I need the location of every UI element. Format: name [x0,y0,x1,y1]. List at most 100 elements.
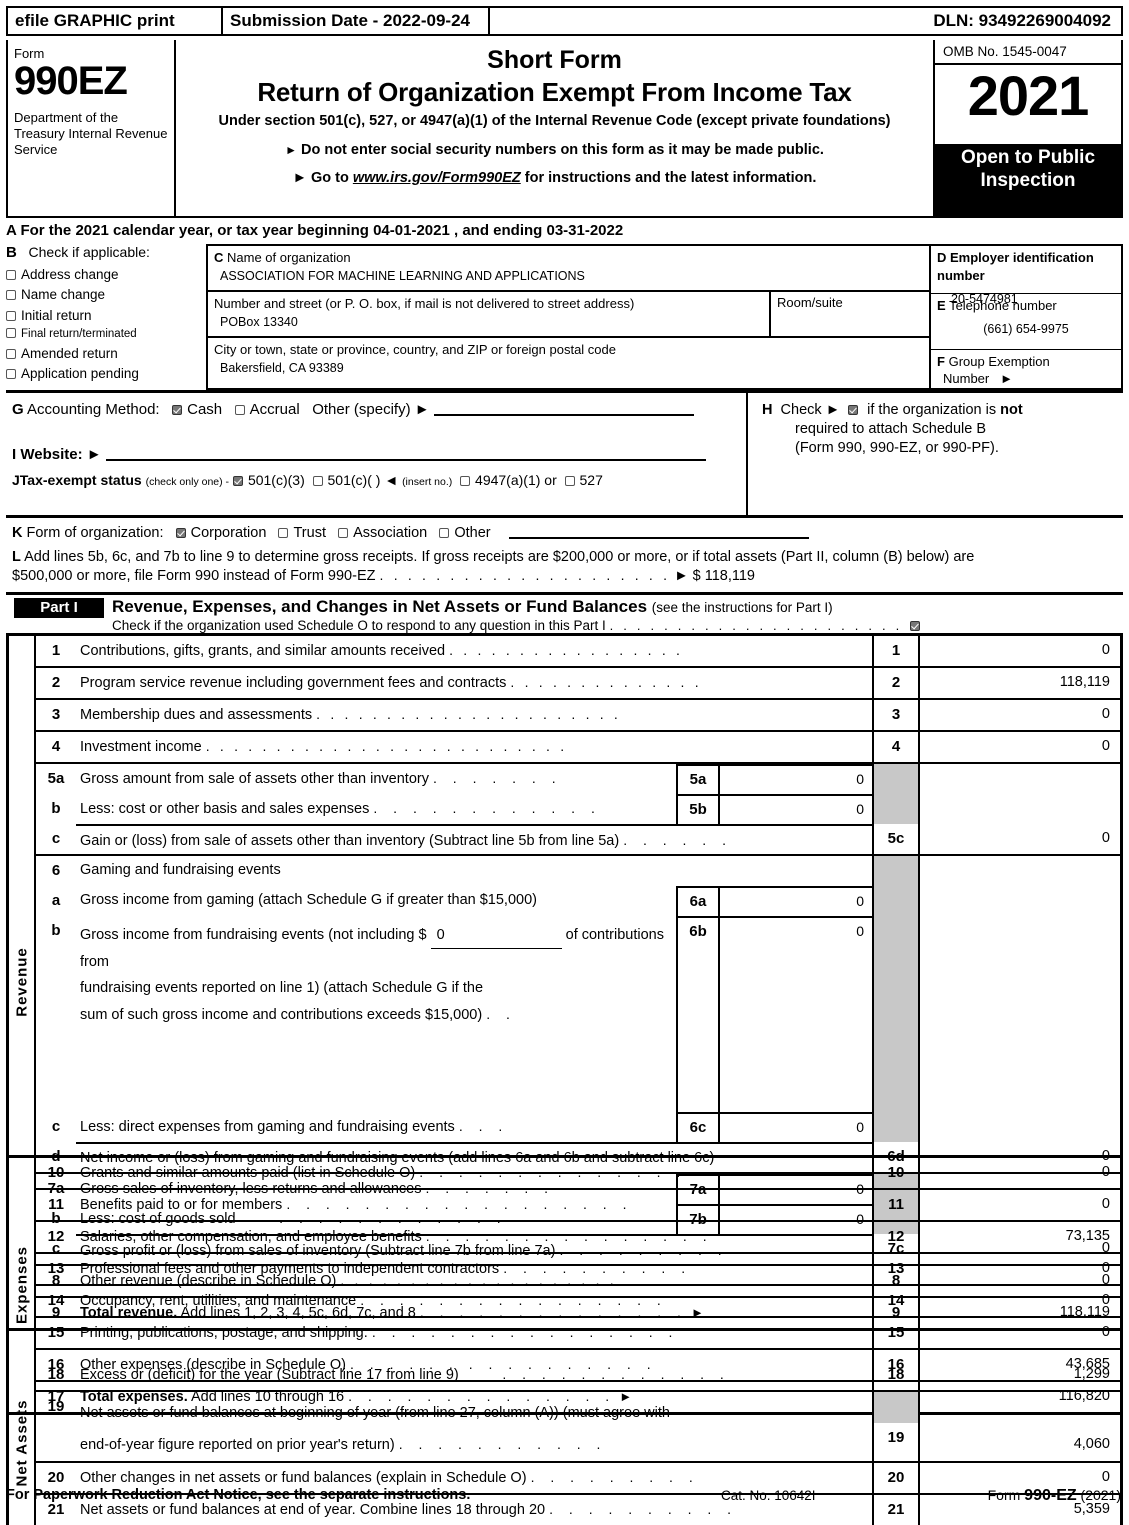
shaded-cell [872,886,920,916]
line-description: Investment income . . . . . . . . . . . … [80,738,568,755]
fundraising-contributions-input[interactable]: 0 [430,922,562,949]
label-cash: Cash [187,401,223,418]
line-number: 6 [51,862,61,879]
line-amount[interactable]: 0 [920,1318,1120,1348]
main-line-number: 21 [872,1495,920,1525]
label-amended-return: Amended return [21,345,118,361]
masthead-left: Form 990EZ Department of the Treasury In… [8,40,176,216]
line-amount[interactable]: 0 [920,636,1120,666]
sub-line-number: 5a [678,766,720,794]
main-line-number: 12 [872,1222,920,1252]
checkbox-icon-address-change[interactable] [6,269,16,280]
line-number: 3 [51,706,61,723]
checkbox-initial-return[interactable]: Initial return [6,308,206,323]
section-b-heading: B Check if applicable: [6,244,206,261]
other-org-input[interactable] [508,524,809,539]
line-amount[interactable]: 1,299 [920,1360,1120,1390]
checkbox-icon-name-change[interactable] [6,290,16,300]
part-i-tag: Part I [14,598,104,618]
line-6b-text-2: fundraising events reported on line 1) (… [80,980,484,996]
sections-g-through-l: G Accounting Method: Cash Accrual Other … [6,390,1123,584]
checkbox-icon-cash[interactable] [172,405,183,415]
line-amount[interactable]: 0 [920,700,1120,730]
leader-dots: . . . . . . . . . . . . . . . . [371,1324,679,1340]
triangle-left-icon-j: ◄ [384,472,399,488]
telephone-value[interactable]: (661) 654-9975 [937,322,1115,336]
line-amount-empty [920,916,1120,1112]
sub-line-number: 5b [678,796,720,824]
checkbox-icon-527[interactable] [564,476,575,486]
checkbox-icon-accrual[interactable] [234,405,245,415]
leader-dots: . . . . . . . . . . . . . . . . . . . . … [205,738,568,754]
other-specify-input[interactable] [433,401,694,416]
checkbox-icon-application-pending[interactable] [6,369,16,379]
checkbox-application-pending[interactable]: Application pending [6,366,206,381]
sub-line-amount[interactable]: 0 [720,918,872,1112]
line-amount[interactable]: 0 [920,1158,1120,1188]
website-input[interactable] [105,446,706,461]
sub-line-amount[interactable]: 0 [720,766,872,794]
org-name-value[interactable]: ASSOCIATION FOR MACHINE LEARNING AND APP… [214,269,923,283]
checkbox-icon-trust[interactable] [278,528,289,538]
sub-line-amount[interactable]: 0 [720,796,872,824]
line-description: Excess or (deficit) for the year (Subtra… [80,1366,730,1383]
checkbox-icon-schedule-b[interactable] [848,405,859,415]
checkbox-icon-initial-return[interactable] [6,310,16,321]
irs-form-link[interactable]: www.irs.gov/Form990EZ [353,170,521,186]
line-description: Professional fees and other payments to … [80,1260,692,1277]
catalog-number: Cat. No. 10642I [721,1488,816,1503]
main-line-number: 14 [872,1286,920,1316]
shaded-cell [872,1112,920,1142]
checkbox-address-change[interactable]: Address change [6,267,206,282]
checkbox-icon-other-org[interactable] [439,528,450,538]
triangle-right-icon-h: ► [825,402,841,418]
line-number: a [51,892,61,909]
checkbox-icon-association[interactable] [338,528,349,538]
checkbox-icon-final-return[interactable] [6,328,16,338]
triangle-right-icon-f: ► [1000,371,1013,386]
leader-dots: . . . . . . . . . . . . . . [419,1164,687,1180]
section-l-letter: L [12,549,21,565]
masthead-center: Short Form Return of Organization Exempt… [176,40,935,216]
line-amount[interactable]: 0 [920,1286,1120,1316]
main-line-number: 11 [872,1190,920,1220]
line-amount[interactable]: 0 [920,1254,1120,1284]
checkbox-icon-4947a1[interactable] [460,476,471,486]
sub-line-amount[interactable]: 0 [720,1114,872,1142]
section-l-text-1: Add lines 5b, 6c, and 7b to line 9 to de… [24,549,975,565]
checkbox-icon-501c[interactable] [312,476,323,486]
label-corporation: Corporation [190,525,267,541]
table-row: a Gross income from gaming (attach Sched… [36,886,1120,916]
line-description: Membership dues and assessments . . . . … [80,706,622,723]
checkbox-icon-amended-return[interactable] [6,348,16,359]
line-amount[interactable]: 0 [920,824,1120,854]
line-number: c [51,1118,61,1135]
checkbox-final-return[interactable]: Final return/terminated [6,328,206,340]
checkbox-icon-corporation[interactable] [175,528,186,538]
line-amount[interactable]: 118,119 [920,668,1120,698]
room-suite-cell: Room/suite [769,292,929,336]
label-trust: Trust [293,525,326,541]
org-city-value[interactable]: Bakersfield, CA 93389 [214,361,923,375]
line-amount[interactable]: 0 [920,1190,1120,1220]
checkbox-amended-return[interactable]: Amended return [6,346,206,361]
org-city-cell: City or town, state or province, country… [208,338,929,388]
checkbox-icon-schedule-o[interactable] [910,621,921,631]
shaded-cell [872,916,920,1112]
table-row: 1 Contributions, gifts, grants, and simi… [36,636,1120,666]
line-amount[interactable]: 4,060 [920,1430,1110,1461]
sub-line-amount[interactable]: 0 [720,888,872,916]
line-amount[interactable]: 0 [920,732,1120,762]
section-b-checkboxes: B Check if applicable: Address change Na… [6,244,206,390]
triangle-right-icon: ► [285,143,297,157]
section-j-row: JTax-exempt status (check only one) - 50… [12,472,740,488]
leader-dots: . . . . . . . . . . . . . . . [425,1228,713,1244]
org-city-header: City or town, state or province, country… [214,342,616,357]
label-527: 527 [579,472,603,488]
checkbox-name-change[interactable]: Name change [6,287,206,302]
telephone-header: Telephone number [949,298,1057,313]
checkbox-icon-501c3[interactable] [232,476,243,486]
section-i-label: Website: [20,446,83,463]
table-row: 18 Excess or (deficit) for the year (Sub… [36,1360,1120,1390]
line-amount[interactable]: 73,135 [920,1222,1120,1252]
